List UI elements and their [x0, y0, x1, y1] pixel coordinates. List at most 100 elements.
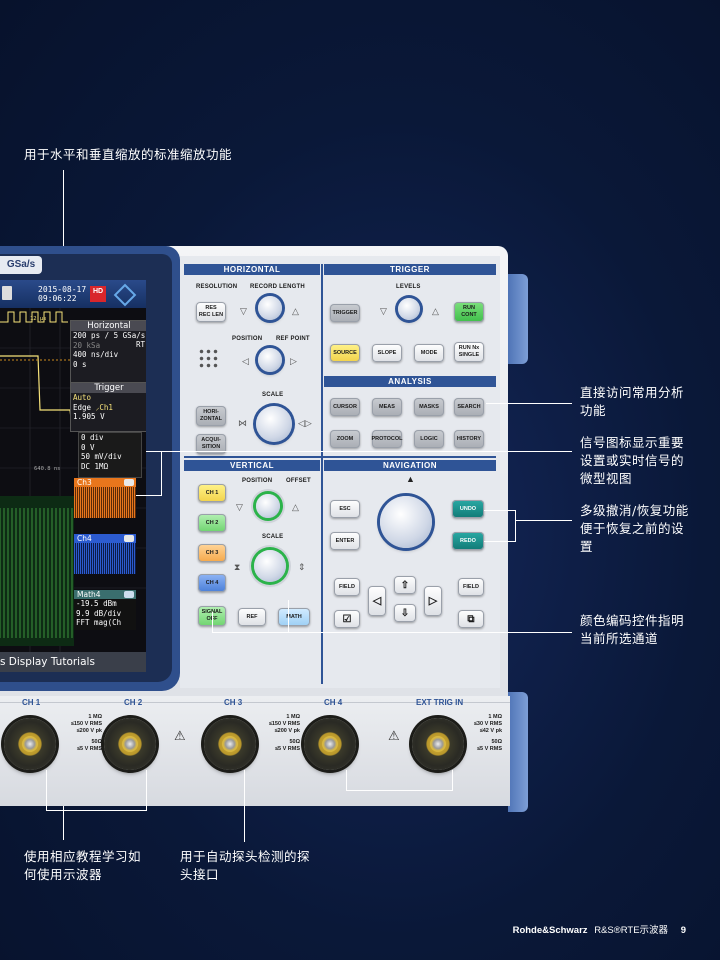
ext-trig-bnc-connector[interactable] — [412, 718, 464, 770]
field-prev-button[interactable]: FIELD — [334, 578, 360, 596]
trigger-section-header: TRIGGER — [324, 264, 496, 275]
slope-button[interactable]: SLOPE — [372, 344, 402, 362]
input-ports: CH 1 CH 2 CH 3 CH 4 EXT TRIG IN 1 MΩ ≤150… — [0, 698, 510, 808]
ch2-bnc-connector[interactable] — [104, 718, 156, 770]
screen-date: 2015-08-17 — [38, 285, 87, 294]
source-button[interactable]: SOURCE — [330, 344, 360, 362]
run-cont-button[interactable]: RUN CONT — [454, 302, 484, 322]
ch1-button[interactable]: CH 1 — [198, 484, 226, 502]
arrow-down-icon[interactable]: ▽ — [236, 502, 243, 513]
history-button[interactable]: HISTORY — [454, 430, 484, 448]
undo-button[interactable]: UNDO — [452, 500, 484, 518]
ch2-button[interactable]: CH 2 — [198, 514, 226, 532]
trigger-info-panel[interactable]: Trigger Auto Edge ⸝Ch1 1.905 V — [70, 382, 146, 432]
brochure-page: 用于水平和垂直缩放的标准缩放功能 GSa/s 2015-08-17 09:06:… — [0, 0, 720, 960]
search-button[interactable]: SEARCH — [454, 398, 484, 416]
footer-product: R&S®RTE示波器 — [594, 925, 669, 936]
touch-screen[interactable]: 2015-08-17 09:06:22 HD 12 µs 640.8 ns Ho… — [0, 280, 146, 672]
vertical-scale-knob[interactable] — [254, 550, 286, 582]
spec-line: ≤200 V pk — [274, 728, 300, 734]
screen-time: 09:06:22 — [38, 294, 77, 303]
marker-mid: 640.8 ns — [34, 466, 61, 472]
spec-line: ≤150 V RMS — [70, 721, 102, 727]
navigation-knob[interactable] — [380, 496, 432, 548]
zoom-button[interactable]: ZOOM — [330, 430, 360, 448]
spec-line: ≤42 V pk — [479, 728, 502, 734]
arrow-down-icon[interactable]: ▽ — [240, 306, 247, 317]
bnc-core — [22, 736, 38, 752]
math4-signal-icon[interactable]: Math4 -19.5 dBm 9.9 dB/div FFT mag(Ch — [74, 590, 136, 630]
esc-button[interactable]: ESC — [330, 500, 360, 518]
horizontal-row: 200 ps / 5 GSa/s — [73, 331, 146, 340]
arrow-up-icon[interactable]: △ — [432, 306, 439, 317]
horizontal-position-knob[interactable] — [258, 348, 282, 372]
arrow-left-icon[interactable]: ◁ — [242, 356, 249, 367]
mode-button[interactable]: MODE — [414, 344, 444, 362]
h-scale-shrink-icon[interactable]: ⋈ — [238, 418, 247, 429]
masks-button[interactable]: MASKS — [414, 398, 444, 416]
ch4-button[interactable]: CH 4 — [198, 574, 226, 592]
ch4-bnc-connector[interactable] — [304, 718, 356, 770]
warning-icon: ⚠ — [174, 728, 186, 743]
window-icon[interactable]: ⧉ — [458, 610, 484, 628]
button-label: RUN Nx — [458, 345, 480, 351]
horizontal-button[interactable]: HORI- ZONTAL — [196, 406, 226, 426]
h-scale-expand-icon[interactable]: ◁▷ — [298, 418, 312, 429]
callout-probe-interface: 用于自动探头检测的探 头接口 — [180, 848, 310, 884]
button-label: SINGLE — [458, 352, 480, 358]
ch1-info-panel[interactable]: 0 div 0 V 50 mV/div DC 1MΩ — [78, 432, 142, 478]
checkbox-icon[interactable]: ☑ — [334, 610, 360, 628]
enter-button[interactable]: ENTER — [330, 532, 360, 550]
callout-text: 功能 — [580, 403, 607, 418]
v-scale-shrink-icon[interactable]: ⧗ — [234, 562, 240, 573]
horizontal-title: Horizontal — [71, 321, 146, 331]
resolution-knob[interactable] — [258, 296, 282, 320]
math4-close-icon[interactable] — [124, 591, 134, 598]
ch3-ch4-spec: 1 MΩ ≤150 V RMS ≤200 V pk 50Ω ≤5 V RMS — [260, 714, 300, 753]
v-scale-expand-icon[interactable]: ⇕ — [298, 562, 306, 573]
ch4-close-icon[interactable] — [124, 535, 134, 542]
ch3-label: Ch3 — [77, 478, 92, 487]
screen-menubar[interactable]: s Display Tutorials — [0, 652, 146, 672]
math-button[interactable]: MATH — [278, 608, 310, 626]
arrow-down-icon[interactable]: ▽ — [380, 306, 387, 317]
trash-icon[interactable] — [2, 286, 12, 300]
ch3-bnc-connector[interactable] — [204, 718, 256, 770]
trigger-level-knob[interactable] — [398, 298, 420, 320]
spec-line: ≤150 V RMS — [268, 721, 300, 727]
vertical-position-knob[interactable] — [256, 494, 280, 518]
ch4-signal-icon[interactable]: Ch4 — [74, 534, 136, 574]
field-next-button[interactable]: FIELD — [458, 578, 484, 596]
ref-point-label: REF POINT — [276, 336, 310, 342]
warning-icon: ⚠ — [388, 728, 400, 743]
meas-button[interactable]: MEAS — [372, 398, 402, 416]
cursor-button[interactable]: CURSOR — [330, 398, 360, 416]
ch3-signal-icon[interactable]: Ch3 — [74, 478, 136, 518]
arrow-right-icon[interactable]: ▷ — [290, 356, 297, 367]
horizontal-scale-knob[interactable] — [256, 406, 292, 442]
arrow-up-icon[interactable]: △ — [292, 306, 299, 317]
protocol-button[interactable]: PROTOCOL — [371, 430, 403, 448]
footer-brand: Rohde&Schwarz — [512, 925, 588, 936]
redo-button[interactable]: REDO — [452, 532, 484, 550]
trigger-button[interactable]: TRIGGER — [330, 304, 360, 322]
res-rec-len-button[interactable]: RES REC LEN — [196, 302, 226, 322]
ch3-close-icon[interactable] — [124, 479, 134, 486]
arrow-up-icon[interactable]: △ — [292, 502, 299, 513]
horizontal-info-panel[interactable]: Horizontal 200 ps / 5 GSa/s 20 kSa 400 n… — [70, 320, 146, 384]
nav-indicator-icon: ▲ — [406, 474, 415, 484]
logic-button[interactable]: LOGIC — [414, 430, 444, 448]
spec-line: 50Ω — [91, 739, 102, 745]
ref-button[interactable]: REF — [238, 608, 266, 626]
nav-left-button[interactable]: ◁ — [368, 586, 386, 616]
run-single-button[interactable]: RUN Nx SINGLE — [454, 342, 484, 362]
h-scale-label: SCALE — [262, 392, 284, 398]
horizontal-section-header: HORIZONTAL — [184, 264, 320, 275]
ch3-button[interactable]: CH 3 — [198, 544, 226, 562]
nav-down-button[interactable]: ⇩ — [394, 604, 416, 622]
nav-right-button[interactable]: ▷ — [424, 586, 442, 616]
ch1-bnc-connector[interactable] — [4, 718, 56, 770]
sample-rate-tab[interactable]: GSa/s — [0, 256, 42, 274]
nav-up-button[interactable]: ⇧ — [394, 576, 416, 594]
callout-line-probe — [452, 770, 453, 790]
